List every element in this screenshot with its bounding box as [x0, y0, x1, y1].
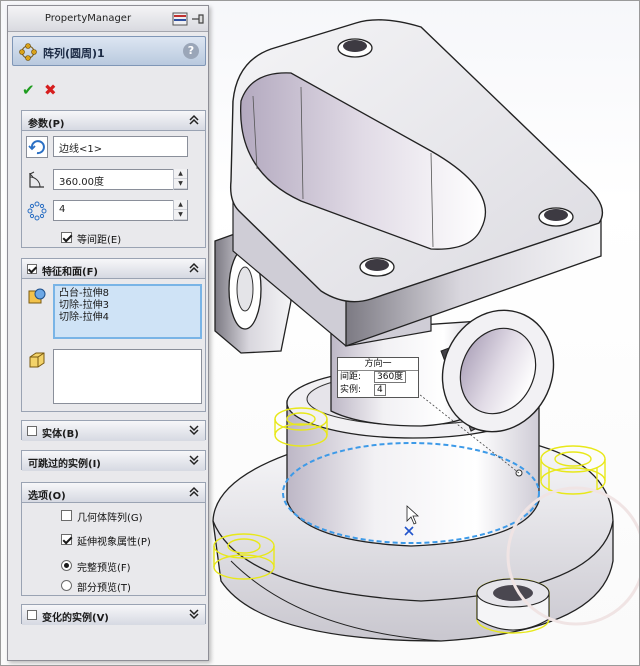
angle-field[interactable]: 360.00度 ▲ ▼: [53, 169, 188, 190]
solidworks-window: 方向一 间距: 360度 实例: 4 PropertyManager 阵列(圆周…: [0, 0, 640, 666]
partial-preview-label: 部分预览(T): [77, 583, 131, 594]
seed-feature: [476, 578, 550, 631]
chevron-up-icon[interactable]: [188, 485, 200, 499]
options-title: 选项(O): [28, 491, 66, 502]
bodies-title: 实体(B): [42, 429, 79, 440]
instances-to-skip-header[interactable]: 可跳过的实例(I): [22, 451, 205, 471]
equal-spacing-label: 等间距(E): [77, 235, 122, 246]
angle-spinner[interactable]: ▲ ▼: [173, 169, 187, 190]
parameters-group-title: 参数(P): [28, 119, 65, 130]
options-header[interactable]: 选项(O): [22, 483, 205, 503]
feature-title-bar: 阵列(圆周)1 ?: [12, 36, 206, 66]
features-faces-header[interactable]: 特征和面(F): [22, 259, 205, 279]
full-preview-dot[interactable]: [61, 560, 72, 571]
varying-instances-header[interactable]: 变化的实例(V): [22, 605, 205, 625]
chevron-down-icon[interactable]: [188, 453, 200, 467]
features-faces-checkbox[interactable]: [27, 264, 37, 274]
instance-count-icon: [27, 201, 47, 221]
feature-list-item[interactable]: 切除-拉伸4: [55, 312, 200, 324]
property-manager-title: PropertyManager: [44, 13, 132, 24]
callout-spacing-value[interactable]: 360度: [374, 371, 407, 383]
chevron-down-icon[interactable]: [188, 423, 200, 437]
instance-count-field[interactable]: 4 ▲ ▼: [53, 200, 188, 221]
bodies-group: 实体(B): [21, 420, 206, 441]
faces-to-pattern-icon: [29, 352, 45, 368]
callout-instances-value[interactable]: 4: [374, 384, 386, 396]
partial-preview-dot[interactable]: [61, 580, 72, 591]
options-group: 选项(O) 几何体阵列(G) 延伸视象属性(P) 完整预览(F) 部分预览(T): [21, 482, 206, 596]
equal-spacing-box[interactable]: [61, 232, 72, 243]
features-faces-group: 特征和面(F) 凸台-拉伸8 切除-拉伸3 切除-拉伸4: [21, 258, 206, 412]
direction-callout[interactable]: 方向一 间距: 360度 实例: 4: [337, 357, 419, 398]
full-preview-label: 完整预览(F): [77, 563, 131, 574]
geometry-pattern-box[interactable]: [61, 510, 72, 521]
instances-to-skip-title: 可跳过的实例(I): [28, 459, 101, 470]
feature-name: 阵列(圆周)1: [43, 47, 105, 60]
features-to-pattern-icon: [28, 288, 46, 304]
help-icon[interactable]: ?: [183, 43, 199, 59]
chevron-down-icon[interactable]: [188, 607, 200, 621]
bodies-checkbox[interactable]: [27, 426, 37, 436]
varying-instances-title: 变化的实例(V): [42, 613, 109, 624]
count-spinner[interactable]: ▲ ▼: [173, 200, 187, 221]
parameters-group-header[interactable]: 参数(P): [22, 111, 205, 131]
faces-to-pattern-list[interactable]: [53, 349, 202, 404]
feature-list-item[interactable]: 切除-拉伸3: [55, 300, 200, 312]
parameters-group: 参数(P) 边线<1> 360.00度 ▲ ▼ 4 ▲ ▼ 等间距(E): [21, 110, 206, 248]
callout-title: 方向一: [338, 358, 418, 371]
angle-icon: [29, 171, 44, 188]
callout-instances-label: 实例:: [340, 385, 362, 395]
varying-instances-checkbox[interactable]: [27, 610, 37, 620]
bodies-header[interactable]: 实体(B): [22, 421, 205, 441]
instances-to-skip-group: 可跳过的实例(I): [21, 450, 206, 471]
graphics-viewport[interactable]: [209, 1, 640, 666]
chevron-up-icon[interactable]: [188, 261, 200, 275]
callout-instances-row: 实例: 4: [338, 384, 418, 397]
callout-spacing-label: 间距:: [340, 372, 362, 382]
pin-icon[interactable]: [190, 12, 206, 26]
geometry-pattern-label: 几何体阵列(G): [77, 513, 143, 524]
angle-value: 360.00度: [59, 177, 104, 188]
collapse-panel-icon[interactable]: [172, 12, 188, 26]
instance-count-value: 4: [59, 204, 66, 215]
ok-button[interactable]: ✔: [22, 82, 35, 98]
cancel-button[interactable]: ✖: [44, 82, 57, 98]
varying-instances-group: 变化的实例(V): [21, 604, 206, 625]
callout-spacing-row: 间距: 360度: [338, 371, 418, 384]
property-manager: PropertyManager 阵列(圆周)1 ? ✔ ✖ 参数(P) 边线<1…: [7, 5, 209, 661]
property-manager-header: PropertyManager: [8, 6, 208, 32]
features-faces-title: 特征和面(F): [42, 267, 98, 278]
axis-field[interactable]: 边线<1>: [53, 136, 188, 157]
chevron-up-icon[interactable]: [188, 113, 200, 127]
propagate-visual-label: 延伸视象属性(P): [77, 537, 151, 548]
features-to-pattern-list[interactable]: 凸台-拉伸8 切除-拉伸3 切除-拉伸4: [53, 284, 202, 339]
rotation-axis-icon[interactable]: [26, 136, 48, 158]
propagate-visual-box[interactable]: [61, 534, 72, 545]
feature-list-item[interactable]: 凸台-拉伸8: [55, 288, 200, 300]
circular-pattern-icon: [19, 43, 37, 61]
